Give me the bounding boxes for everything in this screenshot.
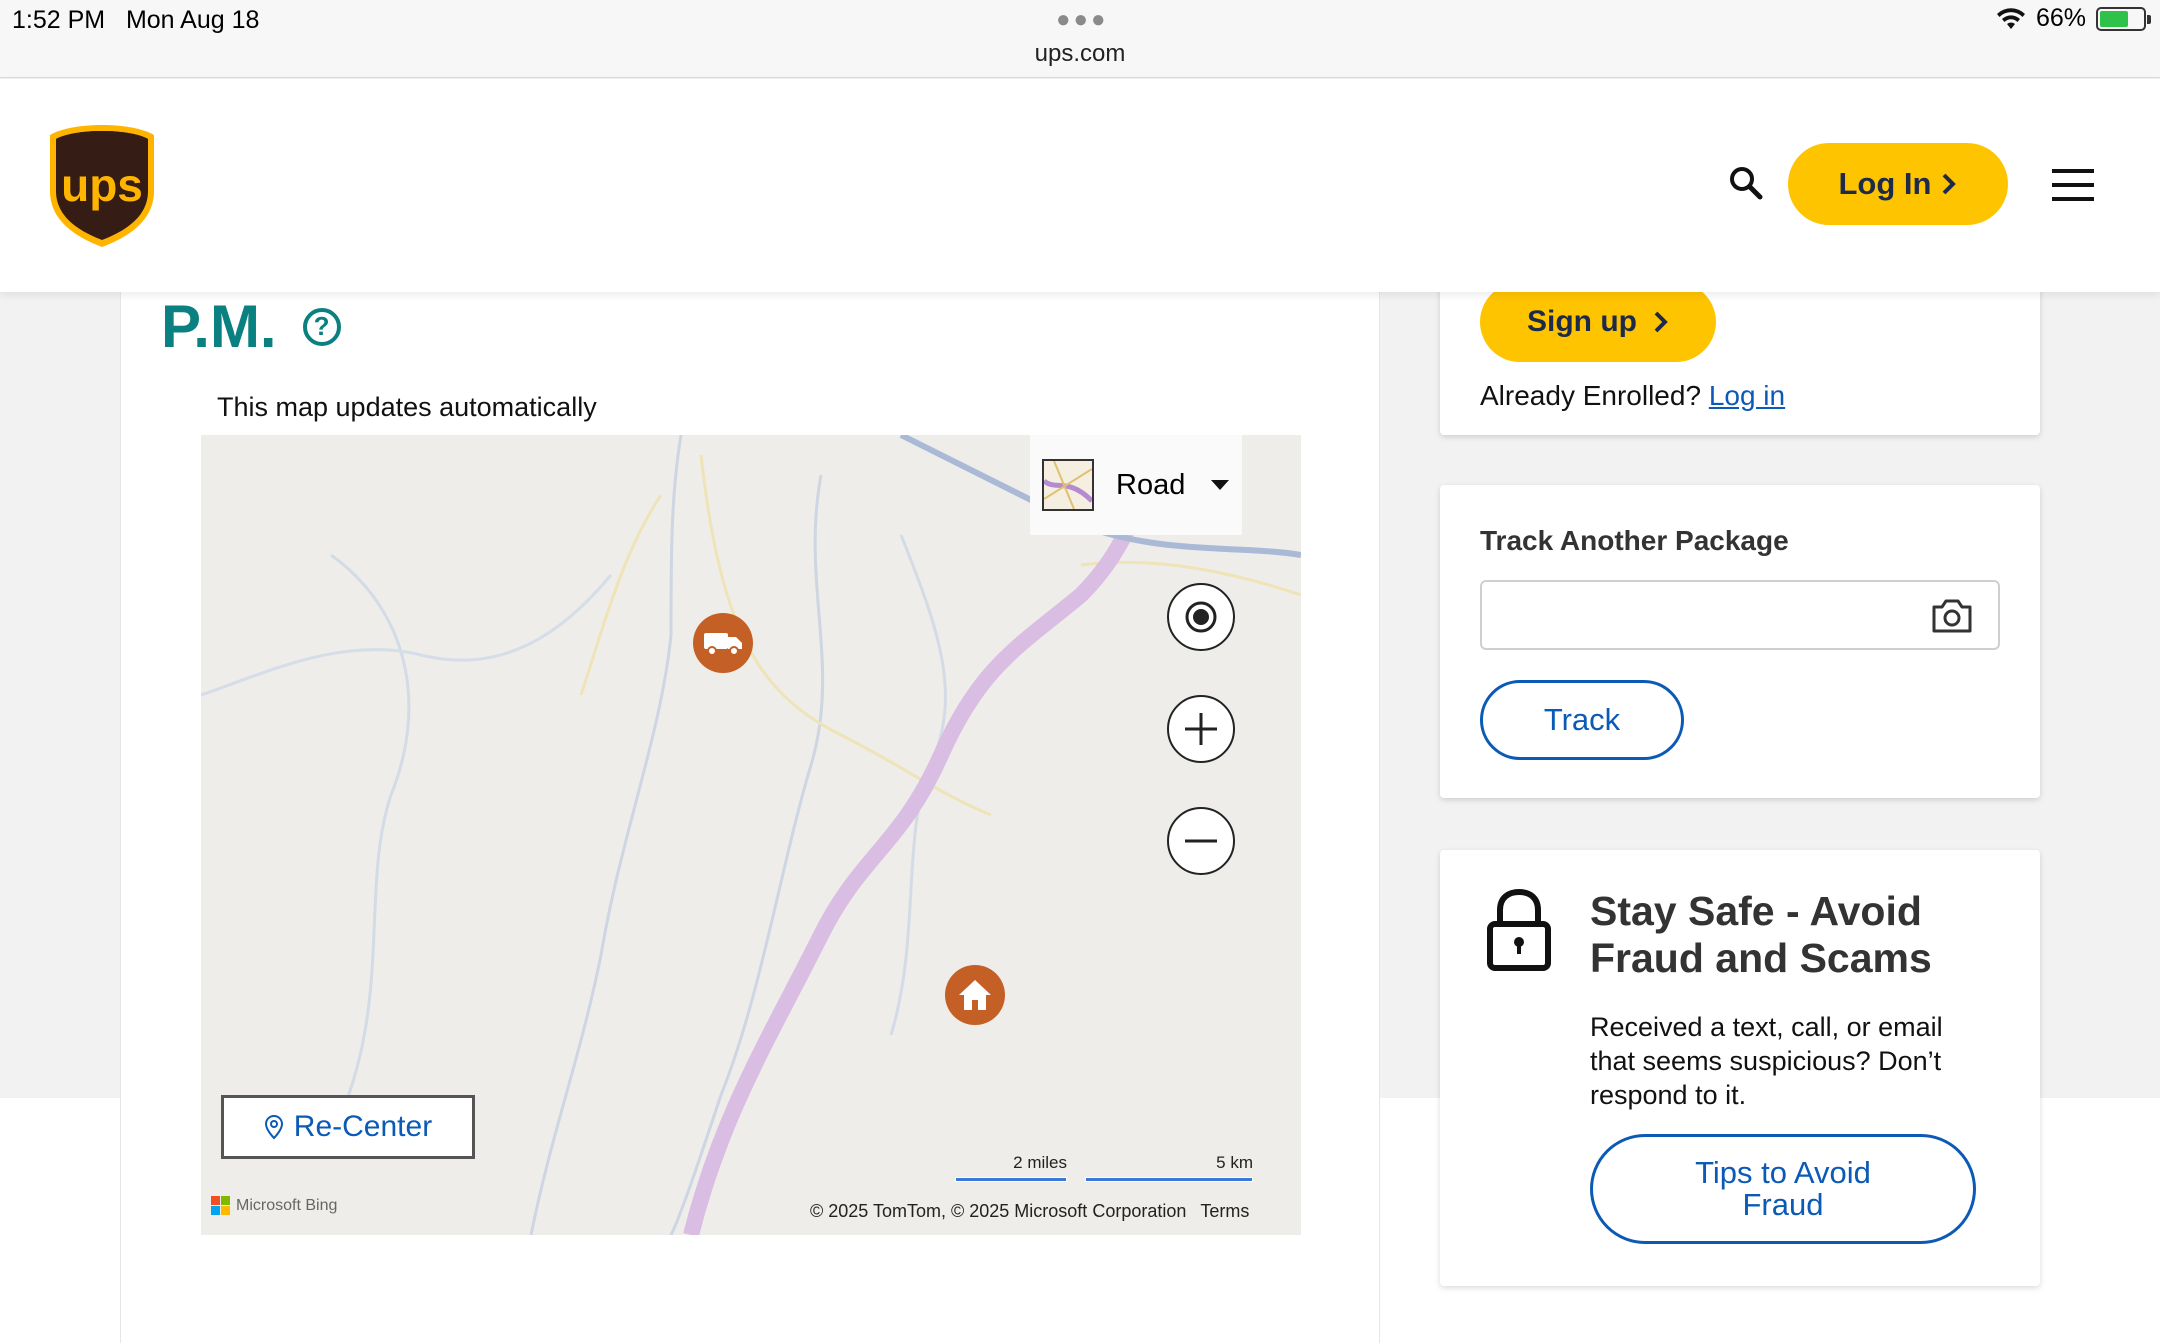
track-button[interactable]: Track <box>1480 680 1684 760</box>
tips-avoid-fraud-button[interactable]: Tips to Avoid Fraud <box>1590 1134 1976 1244</box>
enrolled-text: Already Enrolled? <box>1480 380 1702 411</box>
road-map-thumbnail <box>1042 459 1094 511</box>
home-pin[interactable] <box>945 965 1005 1025</box>
fraud-text: Received a text, call, or email that see… <box>1590 1012 1943 1110</box>
home-icon <box>959 980 991 1010</box>
copyright-text: © 2025 TomTom, © 2025 Microsoft Corporat… <box>810 1201 1187 1221</box>
login-button[interactable]: Log In <box>1788 143 2008 225</box>
fraud-title: Stay Safe - Avoid Fraud and Scams <box>1590 888 1932 981</box>
scale-km-label: 5 km <box>1216 1153 1253 1172</box>
zoom-out-button[interactable] <box>1167 807 1235 875</box>
track-title: Track Another Package <box>1480 525 1789 556</box>
fraud-card: Stay Safe - Avoid Fraud and Scams Receiv… <box>1440 850 2040 1286</box>
signup-button[interactable]: Sign up <box>1480 282 1716 362</box>
bing-attribution[interactable]: Microsoft Bing <box>211 1196 337 1215</box>
scale-miles: 2 miles <box>955 1153 1067 1182</box>
locate-button[interactable] <box>1167 583 1235 651</box>
battery-icon <box>2096 6 2151 31</box>
map-layer-select[interactable]: Road <box>1030 435 1242 535</box>
camera-icon[interactable] <box>1930 597 1974 635</box>
status-time: 1:52 PM Mon Aug 18 <box>12 6 260 34</box>
terms-link[interactable]: Terms <box>1200 1201 1249 1222</box>
caret-down-icon <box>1211 480 1230 490</box>
wifi-icon <box>1996 7 2025 29</box>
login-link[interactable]: Log in <box>1709 380 1785 411</box>
hamburger-menu-icon[interactable] <box>2052 169 2094 201</box>
location-pin-icon <box>264 1114 283 1140</box>
lock-icon <box>1486 888 1552 977</box>
page-title: P.M. <box>161 293 277 360</box>
bing-label: Microsoft Bing <box>236 1196 338 1214</box>
ups-logo[interactable]: ups <box>46 121 158 256</box>
minus-icon <box>1185 839 1217 843</box>
chevron-right-icon <box>1943 173 1957 195</box>
scale-km: 5 km <box>1085 1153 1253 1182</box>
delivery-time-heading: P.M. ? <box>161 292 341 361</box>
status-right: 66% <box>1996 4 2151 33</box>
target-icon <box>1185 601 1217 633</box>
recenter-label: Re-Center <box>293 1110 433 1143</box>
tracking-card: P.M. ? This map updates automatically Ro… <box>120 292 1380 1343</box>
status-bar: 1:52 PM Mon Aug 18 ●●● ups.com 66% <box>0 0 2160 78</box>
address-bar[interactable]: ups.com <box>0 40 2160 68</box>
site-header: ups Log In <box>0 79 2160 292</box>
tracking-number-input[interactable] <box>1480 580 2000 650</box>
map-copyright: © 2025 TomTom, © 2025 Microsoft Corporat… <box>810 1201 1249 1222</box>
truck-pin[interactable] <box>693 613 753 673</box>
map-layer-label: Road <box>1116 468 1186 501</box>
already-enrolled: Already Enrolled? Log in <box>1480 380 1785 412</box>
svg-text:ups: ups <box>61 159 143 211</box>
tracking-map[interactable]: Road Re-Center 2 miles 5 km Microsoft Bi… <box>201 435 1301 1235</box>
recenter-button[interactable]: Re-Center <box>221 1095 475 1159</box>
track-package-card: Track Another Package Track <box>1440 485 2040 798</box>
chevron-right-icon <box>1654 311 1668 333</box>
map-note: This map updates automatically <box>217 392 597 422</box>
truck-icon <box>704 633 742 656</box>
search-icon[interactable] <box>1726 163 1766 203</box>
microsoft-logo-icon <box>211 1196 230 1215</box>
help-icon[interactable]: ? <box>302 307 341 346</box>
login-label: Log In <box>1838 166 1932 201</box>
more-dots-icon[interactable]: ●●● <box>1056 6 1109 34</box>
scale-miles-label: 2 miles <box>1013 1153 1067 1172</box>
zoom-in-button[interactable] <box>1167 695 1235 763</box>
signup-label: Sign up <box>1527 305 1637 338</box>
plus-icon <box>1185 713 1217 745</box>
battery-percent: 66% <box>2035 4 2086 32</box>
